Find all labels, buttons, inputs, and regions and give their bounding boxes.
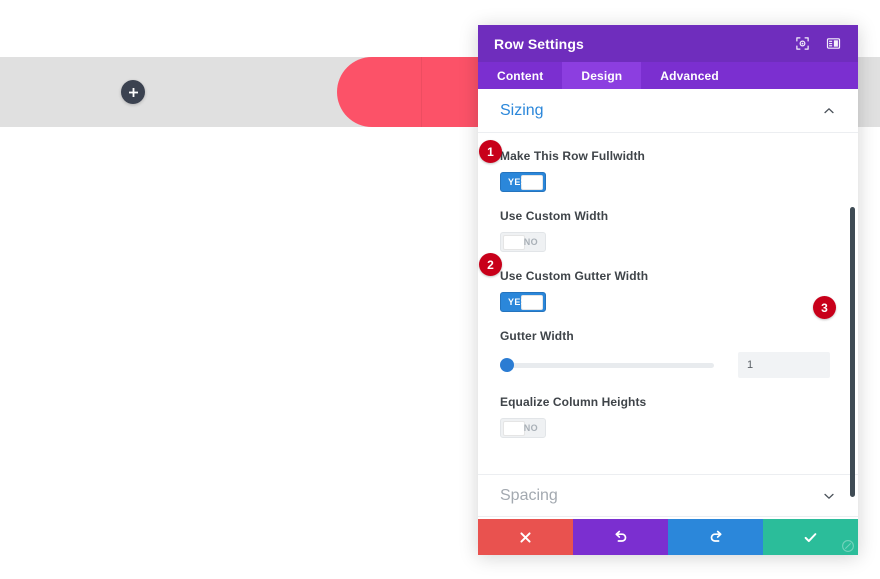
field-equalize-column-heights: Equalize Column Heights NO <box>500 395 836 438</box>
field-gutter-width: Gutter Width <box>500 329 836 378</box>
field-label: Make This Row Fullwidth <box>500 149 645 163</box>
field-label: Use Custom Gutter Width <box>500 269 649 283</box>
collapsed-sections: Spacing Border B <box>478 474 858 519</box>
section-title-spacing: Spacing <box>500 486 558 504</box>
sizing-fields: Make This Row Fullwidth YES Use Custom W… <box>478 133 858 452</box>
panel-scrollbar[interactable] <box>850 207 855 497</box>
slider-thumb[interactable] <box>500 358 514 372</box>
panel-footer <box>478 519 858 555</box>
toggle-use-custom-gutter-width[interactable]: YES <box>500 292 546 312</box>
toggle-knob <box>503 420 525 436</box>
section-header-sizing[interactable]: Sizing <box>478 89 858 133</box>
redo-button[interactable] <box>668 519 763 555</box>
tab-advanced[interactable]: Advanced <box>641 62 738 89</box>
toggle-value: YES <box>508 297 528 307</box>
cancel-button[interactable] <box>478 519 573 555</box>
check-icon <box>804 532 817 542</box>
toggle-use-custom-width[interactable]: NO <box>500 232 546 252</box>
chevron-down-icon <box>822 489 836 503</box>
annotation-badge-2: 2 <box>479 253 502 276</box>
panel-title: Row Settings <box>494 35 584 52</box>
row-column-divider <box>421 57 422 127</box>
section-title-sizing: Sizing <box>500 101 544 119</box>
field-label: Use Custom Width <box>500 209 609 223</box>
add-row-button[interactable] <box>121 80 145 104</box>
gutter-width-slider[interactable] <box>500 356 714 374</box>
section-header-spacing[interactable]: Spacing <box>478 475 858 517</box>
gutter-width-row <box>500 352 836 378</box>
slider-track <box>500 362 714 368</box>
field-make-row-fullwidth: Make This Row Fullwidth YES <box>500 149 836 192</box>
toggle-value: YES <box>508 177 528 187</box>
redo-icon <box>710 530 722 542</box>
panel-tabs: Content Design Advanced <box>478 62 858 89</box>
annotation-badge-1: 1 <box>479 140 502 163</box>
chevron-up-icon <box>822 104 836 118</box>
field-use-custom-width: Use Custom Width NO <box>500 209 836 252</box>
toggle-equalize-column-heights[interactable]: NO <box>500 418 546 438</box>
close-icon <box>520 531 531 543</box>
plus-icon <box>128 87 138 97</box>
field-label: Gutter Width <box>500 329 574 343</box>
field-label: Equalize Column Heights <box>500 395 647 409</box>
undo-icon <box>614 530 626 542</box>
gutter-width-input[interactable] <box>738 352 830 378</box>
tab-content[interactable]: Content <box>478 62 562 89</box>
preview-icon[interactable] <box>793 35 811 53</box>
toggle-value: NO <box>523 423 538 433</box>
panel-body: Sizing Make This Row Fullwidth YES Use C… <box>478 89 858 519</box>
panel-header: Row Settings <box>478 25 858 62</box>
resize-handle-icon[interactable] <box>841 539 855 553</box>
annotation-badge-3: 3 <box>813 296 836 319</box>
screenshot-canvas: Row Settings Content Design Advanced Siz… <box>0 0 880 579</box>
undo-button[interactable] <box>573 519 668 555</box>
toggle-make-row-fullwidth[interactable]: YES <box>500 172 546 192</box>
layout-view-icon[interactable] <box>824 35 842 53</box>
toggle-value: NO <box>523 237 538 247</box>
toggle-knob <box>503 234 525 250</box>
row-settings-panel: Row Settings Content Design Advanced Siz… <box>478 25 858 555</box>
field-use-custom-gutter-width: Use Custom Gutter Width YES <box>500 269 836 312</box>
panel-header-icons <box>793 35 842 53</box>
tab-design[interactable]: Design <box>562 62 642 89</box>
